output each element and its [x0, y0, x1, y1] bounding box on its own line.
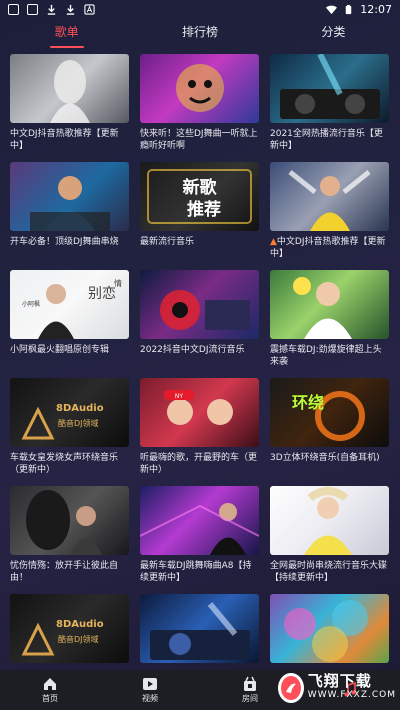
playlist-card[interactable]: 开车必备！顶级DJ舞曲串烧	[10, 162, 129, 270]
playlist-cover[interactable]: 8DAudio 酷音DJ领域	[10, 594, 129, 663]
playlist-cover[interactable]	[270, 54, 389, 123]
playlist-card[interactable]: 2021全网热播流行音乐【更新中】	[270, 54, 389, 162]
author-title-text: 别恋	[88, 285, 116, 302]
playlist-card[interactable]: 震撼车载DJ:劲爆旋律超上头来袭	[270, 270, 389, 378]
watermark-main: 飞翔下载	[307, 672, 372, 690]
playlist-card[interactable]: 中文DJ抖音热歌推荐【更新中】	[10, 54, 129, 162]
playlist-title: 2022抖音中文DJ流行音乐	[140, 345, 245, 355]
playlist-cover[interactable]: 小阿枫 别恋 情	[10, 270, 129, 339]
playlist-title: 中文DJ抖音热歌推荐【更新中】	[10, 129, 119, 151]
playlist-cover[interactable]	[10, 486, 129, 555]
playlist-title: 快来听！这些DJ舞曲一听就上瘾听好听啊	[140, 129, 258, 151]
watermark-url: WWW.FXXZ.COM	[307, 690, 396, 700]
playlist-title: 开车必备！顶级DJ舞曲串烧	[10, 237, 119, 247]
playlist-title: 震撼车载DJ:劲爆旋律超上头来袭	[270, 345, 382, 367]
playlist-title: 忧伤情殇：放开手让彼此自由！	[10, 561, 119, 583]
nav-room-label: 房间	[242, 694, 258, 703]
playlist-card[interactable]: 小阿枫 别恋 情 小阿枫最火翻唱原创专辑	[10, 270, 129, 378]
watermark-text: 飞翔下载 WWW.FXXZ.COM	[308, 674, 396, 702]
status-icons-left	[8, 3, 95, 15]
recommend-text: 推荐	[187, 199, 221, 220]
home-icon	[44, 678, 56, 690]
playlist-title: 最新流行音乐	[140, 237, 195, 247]
status-time: 12:07	[360, 2, 392, 16]
playlist-title: ▲中文DJ抖音热歌推荐【更新中】	[270, 236, 389, 260]
playlist-card[interactable]: 环绕 3D立体环绕音乐(自备耳机)	[270, 378, 389, 486]
video-play-icon	[143, 678, 157, 690]
playlist-cover[interactable]	[140, 594, 259, 663]
nav-home[interactable]: 首页	[0, 670, 100, 710]
a-icon	[84, 3, 95, 15]
nav-video-label: 视频	[142, 694, 158, 703]
playlist-title: 小阿枫最火翻唱原创专辑	[10, 345, 110, 355]
playlist-title: 2021全网热播流行音乐【更新中】	[270, 129, 383, 151]
playlist-card[interactable]: 全网最时尚串烧流行音乐大碟【持续更新中】	[270, 486, 389, 594]
fire-icon: ▲	[270, 237, 277, 247]
playlist-title: 3D立体环绕音乐(自备耳机)	[270, 453, 380, 463]
playlist-card[interactable]: 快来听！这些DJ舞曲一听就上瘾听好听啊	[140, 54, 259, 162]
playlist-card[interactable]: 2022抖音中文DJ流行音乐	[140, 270, 259, 378]
room-icon	[244, 676, 256, 691]
status-icons-right: 12:07	[326, 3, 392, 16]
playlist-cover[interactable]	[10, 162, 129, 231]
download-icon	[47, 4, 56, 15]
watermark-logo-icon	[278, 673, 304, 703]
battery-icon	[346, 4, 352, 14]
playlist-cover[interactable]	[140, 270, 259, 339]
playlist-cover[interactable]	[140, 486, 259, 555]
playlist-grid: 中文DJ抖音热歌推荐【更新中】 快来听！这些DJ舞曲一听就上瘾听好听啊 2021…	[10, 54, 390, 702]
tab-charts[interactable]: 排行榜	[133, 20, 266, 50]
playlist-title-text: 中文DJ抖音热歌推荐【更新中】	[270, 237, 386, 259]
playlist-card[interactable]: NY 听最嗨的歌，开最野的车（更新中）	[140, 378, 259, 486]
playlist-card[interactable]: 最新车载DJ跳舞嗨曲A8【持续更新中】	[140, 486, 259, 594]
site-watermark: 飞翔下载 WWW.FXXZ.COM	[278, 668, 396, 708]
playlist-title: 全网最时尚串烧流行音乐大碟【持续更新中】	[270, 561, 388, 583]
nav-home-label: 首页	[42, 694, 58, 703]
brand-sub-text: 酷音DJ领域	[58, 634, 99, 644]
playlist-cover[interactable]	[270, 594, 389, 663]
top-tabs: 歌单 排行榜 分类	[0, 20, 400, 50]
new-song-text: 新歌	[183, 177, 218, 198]
notification-box-icon	[8, 3, 19, 15]
playlist-cover[interactable]: 环绕	[270, 378, 389, 447]
playlist-card[interactable]: 8DAudio 酷音DJ领域 车载女皇发烧女声环绕音乐（更新中）	[10, 378, 129, 486]
wifi-icon	[326, 5, 338, 14]
tab-categories[interactable]: 分类	[267, 20, 400, 50]
download-icon	[66, 4, 75, 15]
cap-text: NY	[175, 393, 183, 400]
playlist-title: 最新车载DJ跳舞嗨曲A8【持续更新中】	[140, 561, 252, 583]
playlist-cover[interactable]: 新歌 推荐	[140, 162, 259, 231]
playlist-card[interactable]: 新歌 推荐 最新流行音乐	[140, 162, 259, 270]
playlist-card[interactable]: ▲中文DJ抖音热歌推荐【更新中】	[270, 162, 389, 270]
brand-text: 8DAudio	[56, 403, 104, 414]
brand-sub-text: 酷音DJ领域	[58, 418, 99, 428]
playlist-cover[interactable]: 8DAudio 酷音DJ领域	[10, 378, 129, 447]
status-bar: 12:07	[0, 0, 400, 18]
ring-text: 环绕	[292, 393, 324, 412]
author-side-text: 小阿枫	[22, 300, 40, 308]
playlist-cover[interactable]	[270, 162, 389, 231]
author-title-sub-text: 情	[114, 278, 122, 288]
playlist-cover[interactable]	[270, 486, 389, 555]
brand-text: 8DAudio	[56, 619, 104, 630]
notification-box-icon	[27, 3, 38, 15]
playlist-title: 听最嗨的歌，开最野的车（更新中）	[140, 453, 258, 475]
playlist-cover[interactable]	[10, 54, 129, 123]
tab-playlists[interactable]: 歌单	[0, 20, 133, 50]
playlist-card[interactable]: 忧伤情殇：放开手让彼此自由！	[10, 486, 129, 594]
playlist-cover[interactable]	[270, 270, 389, 339]
nav-video[interactable]: 视频	[100, 670, 200, 710]
playlist-title: 车载女皇发烧女声环绕音乐（更新中）	[10, 453, 119, 475]
playlist-cover[interactable]: NY	[140, 378, 259, 447]
playlist-cover[interactable]	[140, 54, 259, 123]
